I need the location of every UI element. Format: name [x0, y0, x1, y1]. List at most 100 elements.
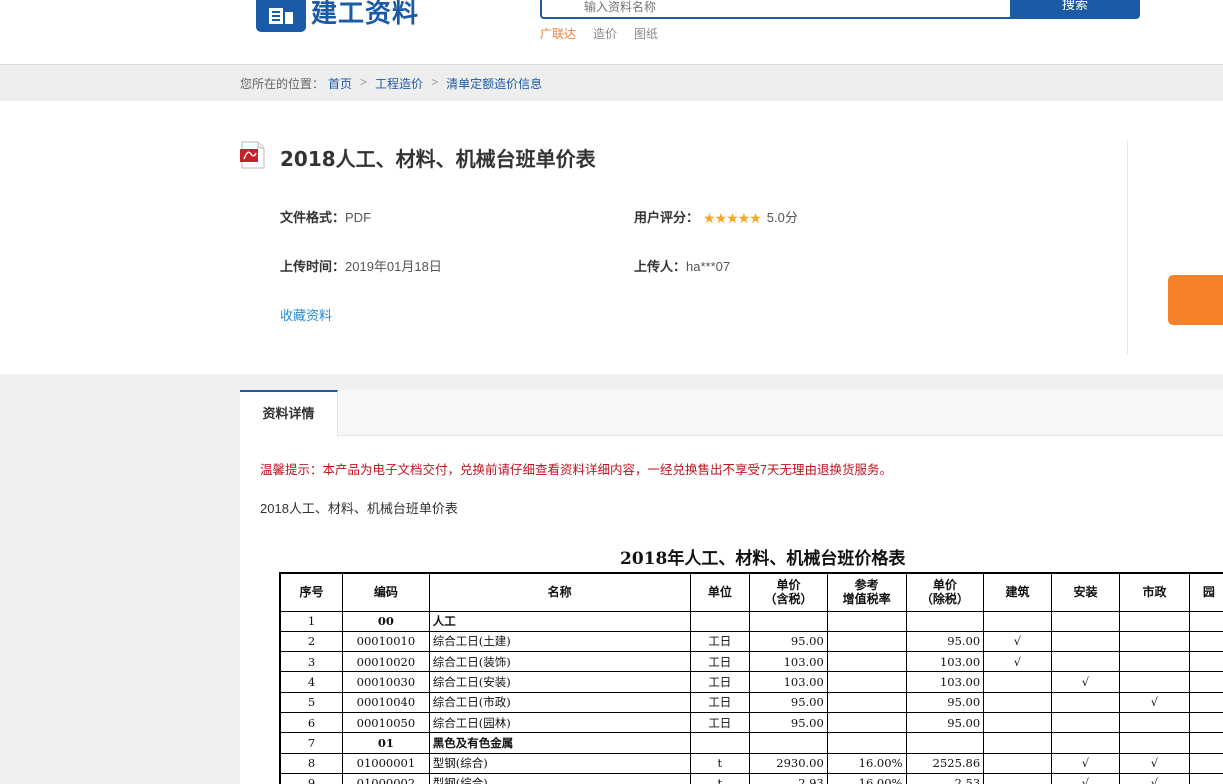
cell-unit: 工日: [689, 671, 751, 693]
cell-name: 人工: [428, 610, 691, 632]
cell-price-tax: 95.00: [749, 691, 828, 713]
cell-code: 00010010: [342, 630, 430, 653]
hot-link-cost[interactable]: 造价: [593, 25, 617, 42]
cell-garden: [1188, 671, 1223, 693]
table-row: 2 00010010 综合工日(土建) 工日 95.00 95.00 √: [279, 630, 1223, 653]
breadcrumb-separator: >: [360, 75, 368, 89]
cell-install: √: [1050, 671, 1121, 693]
breadcrumb-home[interactable]: 首页: [328, 75, 352, 92]
breadcrumb-cost[interactable]: 工程造价: [375, 75, 423, 92]
upload-time-value: 2019年01月18日: [345, 259, 442, 274]
pdf-icon: [240, 141, 266, 169]
cell-municipal: [1119, 610, 1190, 632]
file-format-label: 文件格式：: [280, 210, 346, 225]
search-input[interactable]: [540, 0, 1012, 19]
rating-value: 5.0分: [766, 210, 798, 225]
cell-code: 00010050: [342, 711, 430, 734]
cell-seq: 7: [279, 732, 344, 754]
cell-unit: 工日: [689, 691, 751, 713]
cell-name: 综合工日(园林): [428, 711, 691, 734]
cell-garden: [1188, 630, 1223, 653]
cell-seq: 1: [279, 610, 344, 632]
cell-garden: [1188, 752, 1223, 774]
cell-vat: [826, 671, 907, 693]
col-garden: 园: [1188, 572, 1223, 612]
col-vat-l2: 增值税率: [842, 592, 891, 607]
cell-install: [1050, 651, 1121, 673]
cell-garden: [1188, 651, 1223, 673]
cell-unit: 工日: [689, 630, 751, 653]
table-header-row: 序号 编码 名称 单位 单价 （含税） 参考 增值税率 单价 （除税） 建筑 安装 市…: [279, 572, 1223, 612]
cell-install: [1050, 691, 1121, 713]
col-municipal: 市政: [1119, 572, 1190, 612]
document-info: 2018人工、材料、机械台班单价表 文件格式：PDF 用户评分： ★★★★★ 5.0…: [0, 101, 1223, 374]
cell-municipal: [1119, 630, 1190, 653]
cell-price-notax: [905, 732, 985, 754]
cell-municipal: [1119, 671, 1190, 693]
cell-garden: [1188, 610, 1223, 632]
cell-build: [983, 732, 1052, 754]
uploader-label: 上传人：: [634, 259, 687, 274]
col-price-notax: 单价 （除税）: [905, 572, 985, 612]
cell-vat: 16.00%: [826, 772, 907, 784]
cell-name: 型钢(综合): [428, 752, 691, 774]
cell-build: [983, 752, 1052, 774]
search-button[interactable]: 搜索: [1010, 0, 1140, 19]
cell-name: 黑色及有色金属: [428, 732, 691, 754]
hot-link-drawings[interactable]: 图纸: [634, 25, 658, 42]
col-price-tax-l2: （含税）: [764, 592, 813, 607]
cell-name: 综合工日(土建): [428, 630, 691, 653]
table-title: 2018年人工、材料、机械台班价格表: [620, 549, 906, 569]
table-row: 7 01 黑色及有色金属: [279, 732, 1223, 754]
cell-code: 01000002: [342, 772, 430, 784]
cell-price-notax: 2525.86: [905, 752, 985, 774]
cell-name: 综合工日(装饰): [428, 651, 691, 673]
site-logo[interactable]: 建工资料: [256, 0, 419, 32]
table-row: 9 01000002 型钢(综合) t 2.93 16.00% 2.53 √ √: [279, 772, 1223, 784]
cell-garden: [1188, 691, 1223, 713]
cell-build: √: [983, 651, 1052, 673]
upload-time: 上传时间：2019年01月18日: [280, 256, 442, 275]
col-price-notax-l2: （除税）: [920, 592, 969, 607]
cell-vat: [826, 630, 907, 653]
cell-unit: [689, 732, 751, 754]
cell-seq: 2: [279, 630, 344, 653]
user-rating: 用户评分： ★★★★★ 5.0分: [634, 207, 798, 227]
cell-install: [1050, 711, 1121, 734]
cell-seq: 6: [279, 711, 344, 734]
cell-vat: [826, 610, 907, 632]
logo-icon: [256, 0, 306, 32]
cell-garden: [1188, 772, 1223, 784]
col-install: 安装: [1050, 572, 1121, 612]
cell-price-tax: 103.00: [749, 671, 828, 693]
cell-build: √: [983, 630, 1052, 653]
col-vat: 参考 增值税率: [826, 572, 907, 612]
cell-unit: 工日: [689, 651, 751, 673]
breadcrumb-quota-info[interactable]: 清单定额造价信息: [446, 75, 542, 92]
cell-vat: 16.00%: [826, 752, 907, 774]
cell-code: 01000001: [342, 752, 430, 774]
cell-price-tax: [749, 732, 828, 754]
tab-bar: 资料详情: [240, 390, 1223, 437]
uploader: 上传人：ha***07: [634, 256, 730, 275]
cell-seq: 8: [279, 752, 344, 774]
cell-build: [983, 671, 1052, 693]
tab-details[interactable]: 资料详情: [240, 390, 338, 437]
hot-link-guanglianda[interactable]: 广联达: [540, 25, 576, 42]
col-price-notax-l1: 单价: [932, 578, 957, 593]
cell-price-tax: [749, 610, 828, 632]
side-action-button[interactable]: [1168, 275, 1223, 325]
detail-panel: 资料详情 温馨提示：本产品为电子文档交付，兑换前请仔细查看资料详细内容，一经兑换…: [240, 390, 1223, 784]
file-format-value: PDF: [345, 210, 372, 225]
cell-unit: 工日: [689, 711, 751, 734]
cell-unit: [689, 610, 751, 632]
cell-price-tax: 2.93: [749, 772, 828, 784]
vertical-divider: [1127, 141, 1128, 354]
collect-link[interactable]: 收藏资料: [280, 305, 332, 324]
cell-price-tax: 95.00: [749, 630, 828, 653]
breadcrumb-bar: 您所在的位置： 首页 > 工程造价 > 清单定额造价信息: [0, 64, 1223, 101]
cell-price-notax: 103.00: [905, 671, 985, 693]
col-unit: 单位: [689, 572, 751, 612]
cell-code: 00010040: [342, 691, 430, 713]
cell-municipal: [1119, 651, 1190, 673]
